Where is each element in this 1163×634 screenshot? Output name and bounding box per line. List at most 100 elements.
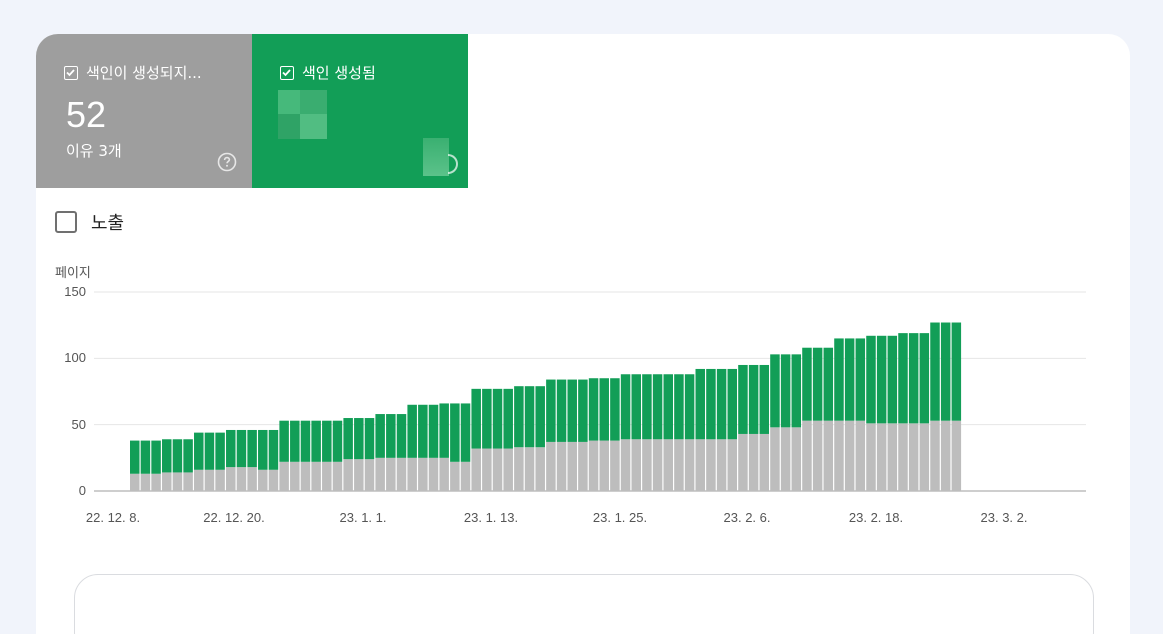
bar-indexed [780,354,791,428]
bar-not-indexed [364,459,375,491]
bar-not-indexed [791,427,802,491]
bar-not-indexed [866,423,876,491]
bar-indexed [450,403,460,462]
bar-indexed [172,439,183,473]
bar-not-indexed [268,469,279,491]
bar-not-indexed [375,457,385,491]
bar-not-indexed [194,469,204,491]
bar-not-indexed [332,461,343,491]
bar-indexed [599,378,609,441]
bar-not-indexed [578,441,588,491]
bar-not-indexed [940,420,951,491]
y-tick-label: 150 [64,284,86,299]
bar-indexed [578,379,588,442]
bar-not-indexed [236,467,247,491]
x-tick-label: 22. 12. 8. [85,510,141,525]
bar-not-indexed [610,440,620,491]
bar-indexed [460,403,471,462]
bar-indexed [407,404,417,458]
bar-indexed [770,354,780,428]
bar-indexed [492,388,503,449]
bar-not-indexed [930,420,940,491]
x-tick-label: 23. 2. 6. [723,510,771,525]
bar-indexed [620,374,631,440]
bar-not-indexed [226,467,236,491]
bar-indexed [855,338,866,421]
bar-indexed [332,420,343,462]
bar-not-indexed [300,461,311,491]
bar-not-indexed [162,472,172,491]
bar-not-indexed [706,439,716,491]
y-tick-label: 100 [64,350,86,366]
bar-indexed [215,432,225,470]
bar-not-indexed [407,457,417,491]
bar-not-indexed [908,423,919,491]
bar-not-indexed [514,447,524,491]
bar-indexed [588,378,599,441]
bar-not-indexed [727,439,738,491]
bar-not-indexed [876,423,887,491]
bar-not-indexed [887,423,898,491]
bar-indexed [236,429,247,468]
bar-not-indexed [460,461,471,491]
bar-not-indexed [567,441,577,491]
bar-not-indexed [172,472,183,491]
bar-not-indexed [279,461,289,491]
bar-not-indexed [524,447,535,491]
bar-not-indexed [439,457,449,491]
bar-not-indexed [418,457,428,491]
bar-not-indexed [898,423,908,491]
bar-not-indexed [951,420,962,491]
bar-indexed [418,404,428,458]
bar-not-indexed [674,439,684,491]
bar-not-indexed [151,473,161,491]
bar-indexed [471,388,481,449]
bar-not-indexed [780,427,791,491]
bar-indexed [354,418,364,460]
bar-indexed [396,414,407,458]
bar-indexed [684,374,695,440]
bar-indexed [439,403,449,458]
bar-not-indexed [738,433,748,491]
bar-indexed [535,386,545,448]
bar-not-indexed [855,420,866,491]
bar-indexed [642,374,652,440]
bar-not-indexed [684,439,695,491]
bar-indexed [524,386,535,448]
bar-indexed [194,432,204,470]
bar-not-indexed [620,439,631,491]
details-panel [74,574,1094,634]
bar-indexed [375,414,385,458]
bar-indexed [247,429,257,468]
bar-indexed [311,420,321,462]
bar-not-indexed [802,420,812,491]
bar-indexed [183,439,193,473]
x-tick-label: 22. 12. 20. [203,510,265,525]
bar-indexed [706,368,716,440]
bar-not-indexed [130,473,140,491]
bar-indexed [802,347,812,421]
bar-indexed [514,386,524,448]
bar-indexed [343,418,353,460]
bar-not-indexed [183,472,193,491]
bar-not-indexed [823,420,834,491]
bar-not-indexed [748,433,759,491]
bar-indexed [386,414,396,458]
bar-indexed [631,374,641,440]
bar-indexed [204,432,215,470]
bar-indexed [364,418,375,460]
bar-indexed [151,440,161,474]
bar-not-indexed [450,461,460,491]
bar-indexed [866,335,876,424]
bar-not-indexed [428,457,439,491]
bar-indexed [695,368,706,440]
bar-not-indexed [834,420,844,491]
bar-not-indexed [258,469,268,491]
bar-indexed [428,404,439,458]
x-tick-label: 23. 1. 25. [592,510,648,525]
x-tick-label: 23. 1. 13. [463,510,519,525]
bar-not-indexed [311,461,321,491]
bar-indexed [130,440,140,474]
bar-indexed [844,338,855,421]
pages-bar-chart [94,291,1086,492]
